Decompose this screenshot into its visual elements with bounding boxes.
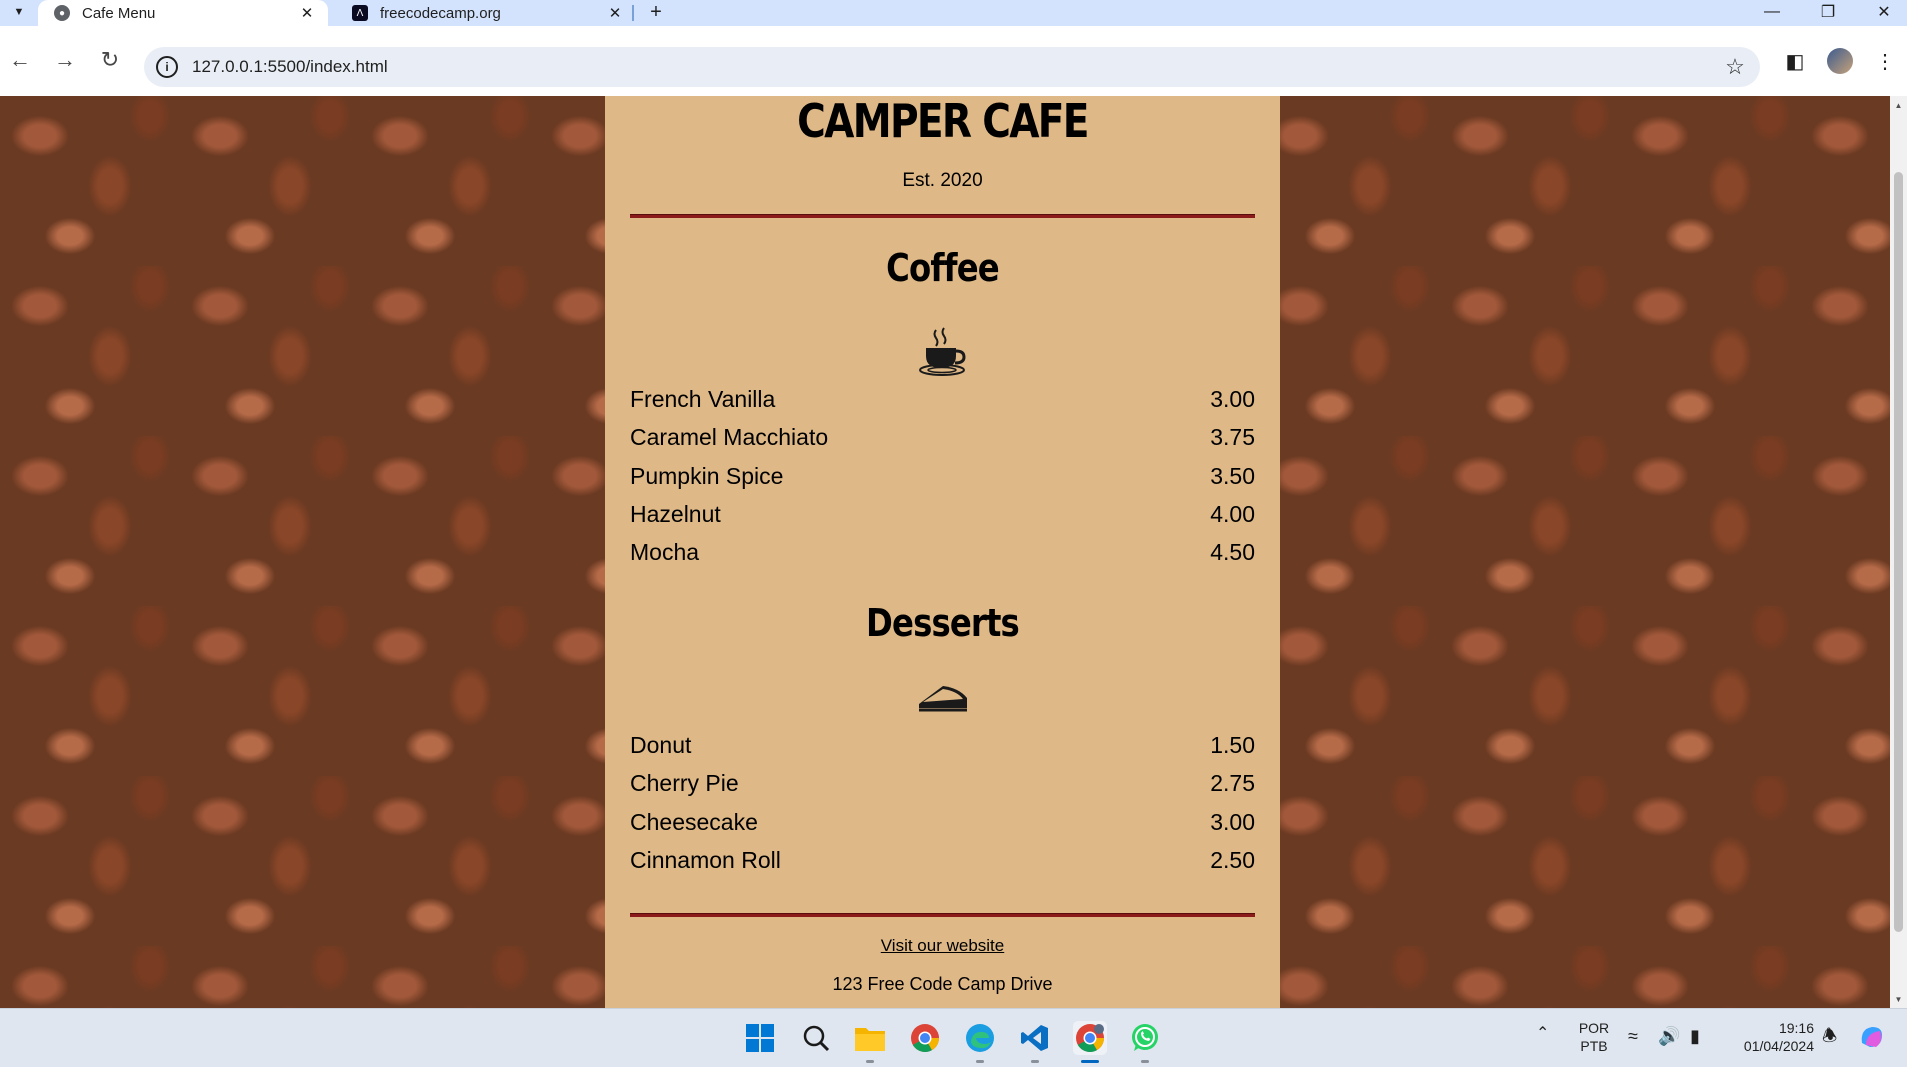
menu-item: Cherry Pie 2.75 — [630, 770, 1255, 802]
page-viewport: CAMPER CAFE Est. 2020 Coffee French Vani… — [0, 96, 1890, 1008]
clock[interactable]: 19:16 01/04/2024 — [1724, 1019, 1814, 1055]
language-code: POR — [1578, 1020, 1610, 1036]
whatsapp-icon[interactable] — [1128, 1021, 1162, 1063]
item-name: Pumpkin Spice — [630, 463, 784, 489]
established-text: Est. 2020 — [902, 170, 983, 191]
item-name: Donut — [630, 732, 692, 758]
site-info-icon[interactable]: i — [156, 56, 178, 78]
windows-start-icon[interactable] — [743, 1021, 777, 1055]
menu-item: Cheesecake 3.00 — [630, 809, 1255, 841]
menu-item: Hazelnut 4.00 — [630, 501, 1255, 533]
item-name: Hazelnut — [630, 501, 721, 527]
item-price: 3.00 — [1210, 809, 1255, 835]
forward-arrow-icon[interactable]: → — [47, 42, 83, 78]
close-window-icon[interactable]: ✕ — [1864, 0, 1904, 24]
item-price: 4.00 — [1210, 501, 1255, 527]
item-price: 4.50 — [1210, 539, 1255, 565]
tab-title: freecodecamp.org — [380, 4, 501, 22]
volume-icon[interactable]: 🔊 — [1658, 1027, 1680, 1045]
coffee-cup-icon — [630, 324, 1255, 383]
minimize-icon[interactable]: — — [1752, 0, 1792, 24]
pie-slice-icon — [630, 678, 1255, 723]
page-title: CAMPER CAFE — [797, 96, 1089, 148]
item-name: Cherry Pie — [630, 770, 739, 796]
item-price: 3.50 — [1210, 463, 1255, 489]
item-price: 2.50 — [1210, 847, 1255, 873]
clock-time: 19:16 — [1778, 1020, 1814, 1036]
notification-bell-icon[interactable]: 🕭 — [1822, 1027, 1837, 1045]
browser-toolbar: ← → ↻ i 127.0.0.1:5500/index.html ☆ ◧ ⋮ — [0, 26, 1907, 96]
item-price: 1.50 — [1210, 732, 1255, 758]
taskbar: ⌃ POR PTB ≈ 🔊 ▮ 19:16 01/04/2024 🕭 — [0, 1008, 1907, 1067]
back-arrow-icon[interactable]: ← — [2, 42, 38, 78]
website-link[interactable]: Visit our website — [630, 936, 1255, 956]
tab-title: Cafe Menu — [82, 4, 156, 22]
globe-icon: ● — [54, 5, 70, 21]
freecodecamp-icon: Λ — [352, 5, 368, 21]
menu-item: Cinnamon Roll 2.50 — [630, 847, 1255, 879]
top-divider — [630, 214, 1255, 218]
scroll-down-icon[interactable]: ▼ — [1890, 992, 1907, 1006]
input-language[interactable]: POR PTB — [1572, 1019, 1616, 1055]
close-tab-icon[interactable]: ✕ — [604, 2, 626, 24]
item-price: 3.00 — [1210, 386, 1255, 412]
clock-date: 01/04/2024 — [1743, 1038, 1814, 1054]
file-explorer-icon[interactable] — [853, 1021, 887, 1063]
tab-cafe-menu[interactable]: ● Cafe Menu ✕ — [38, 0, 328, 26]
restore-icon[interactable]: ❐ — [1808, 0, 1848, 24]
menu-item: Mocha 4.50 — [630, 539, 1255, 571]
item-name: Mocha — [630, 539, 700, 565]
scroll-up-icon[interactable]: ▲ — [1890, 98, 1907, 112]
menu-item: Donut 1.50 — [630, 732, 1255, 764]
page-scrollbar[interactable]: ▲ ▼ — [1890, 96, 1907, 1008]
battery-icon[interactable]: ▮ — [1690, 1027, 1700, 1045]
kebab-menu-icon[interactable]: ⋮ — [1870, 46, 1900, 76]
scroll-thumb[interactable] — [1894, 172, 1903, 932]
item-name: Caramel Macchiato — [630, 424, 829, 450]
tab-divider — [632, 5, 634, 21]
tab-search-chevron-icon[interactable]: ▼ — [4, 0, 34, 24]
reload-icon[interactable]: ↻ — [92, 42, 128, 78]
show-hidden-icons-chevron-icon[interactable]: ⌃ — [1536, 1025, 1549, 1043]
tab-freecodecamp[interactable]: Λ freecodecamp.org ✕ — [336, 0, 636, 26]
keyboard-layout: PTB — [1580, 1038, 1608, 1054]
bookmark-star-icon[interactable]: ☆ — [1720, 54, 1750, 80]
address-bar[interactable]: i 127.0.0.1:5500/index.html ☆ — [144, 47, 1760, 87]
menu-card: CAMPER CAFE Est. 2020 Coffee French Vani… — [605, 96, 1280, 1008]
item-name: Cheesecake — [630, 809, 758, 835]
item-price: 2.75 — [1210, 770, 1255, 796]
menu-item: French Vanilla 3.00 — [630, 386, 1255, 418]
vscode-icon[interactable] — [1018, 1021, 1052, 1063]
edge-icon[interactable] — [963, 1021, 997, 1063]
item-name: Cinnamon Roll — [630, 847, 781, 873]
profile-avatar[interactable] — [1825, 46, 1855, 76]
section-heading-coffee: Coffee — [886, 246, 1000, 290]
menu-item: Caramel Macchiato 3.75 — [630, 424, 1255, 456]
bottom-divider — [630, 913, 1255, 917]
chrome-profile-icon[interactable] — [1073, 1021, 1107, 1063]
close-tab-icon[interactable]: ✕ — [296, 2, 318, 24]
address-text: 123 Free Code Camp Drive — [832, 974, 1053, 994]
menu-item: Pumpkin Spice 3.50 — [630, 463, 1255, 495]
tab-strip: ▼ ● Cafe Menu ✕ Λ freecodecamp.org ✕ + —… — [0, 0, 1907, 26]
new-tab-plus-icon[interactable]: + — [644, 0, 668, 24]
chrome-icon[interactable] — [908, 1021, 942, 1055]
item-name: French Vanilla — [630, 386, 776, 412]
section-heading-desserts: Desserts — [866, 601, 1020, 645]
wifi-icon[interactable]: ≈ — [1628, 1027, 1638, 1045]
side-panel-icon[interactable]: ◧ — [1780, 46, 1810, 76]
url-text[interactable]: 127.0.0.1:5500/index.html — [192, 57, 1720, 77]
item-price: 3.75 — [1210, 424, 1255, 450]
search-icon[interactable] — [799, 1021, 833, 1055]
copilot-icon[interactable] — [1858, 1023, 1886, 1055]
